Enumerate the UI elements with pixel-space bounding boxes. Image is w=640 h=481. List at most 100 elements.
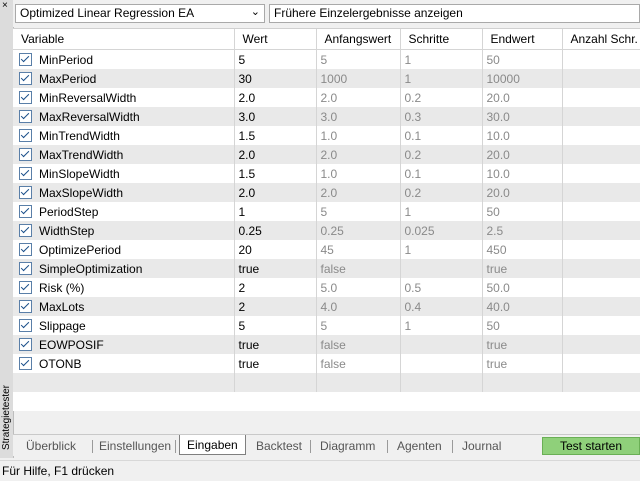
- value-cell[interactable]: 1.5: [234, 164, 317, 183]
- checkbox-icon[interactable]: [19, 261, 32, 275]
- table-row[interactable]: SimpleOptimization true false true: [13, 259, 640, 278]
- value-cell[interactable]: 2: [234, 278, 317, 297]
- checkbox-icon[interactable]: [19, 356, 32, 370]
- end-cell[interactable]: true: [482, 335, 563, 354]
- step-cell[interactable]: 0.2: [400, 145, 483, 164]
- variable-cell[interactable]: MinReversalWidth: [13, 88, 235, 107]
- value-cell[interactable]: 30: [234, 69, 317, 88]
- value-cell[interactable]: 3.0: [234, 107, 317, 126]
- end-cell[interactable]: 20.0: [482, 88, 563, 107]
- checkbox-icon[interactable]: [19, 204, 32, 218]
- table-row[interactable]: WidthStep 0.25 0.25 0.025 2.5: [13, 221, 640, 240]
- start-cell[interactable]: 1.0: [316, 164, 401, 183]
- value-cell[interactable]: 1: [234, 202, 317, 221]
- value-cell[interactable]: true: [234, 259, 317, 278]
- end-cell[interactable]: 20.0: [482, 183, 563, 202]
- variable-cell[interactable]: OptimizePeriod: [13, 240, 235, 259]
- variable-cell[interactable]: OTONB: [13, 354, 235, 373]
- variable-cell[interactable]: EOWPOSIF: [13, 335, 235, 354]
- start-cell[interactable]: 4.0: [316, 297, 401, 316]
- value-cell[interactable]: true: [234, 335, 317, 354]
- value-cell[interactable]: 2.0: [234, 88, 317, 107]
- checkbox-icon[interactable]: [19, 109, 32, 123]
- tab-diagramm[interactable]: Diagramm: [320, 437, 375, 455]
- checkbox-icon[interactable]: [19, 128, 32, 142]
- end-cell[interactable]: true: [482, 259, 563, 278]
- table-row[interactable]: MaxLots 2 4.0 0.4 40.0: [13, 297, 640, 316]
- step-cell[interactable]: 0.2: [400, 183, 483, 202]
- variable-cell[interactable]: MinSlopeWidth: [13, 164, 235, 183]
- table-row[interactable]: OptimizePeriod 20 45 1 450: [13, 240, 640, 259]
- table-row[interactable]: Slippage 5 5 1 50: [13, 316, 640, 335]
- table-row[interactable]: MaxPeriod 30 1000 1 10000: [13, 69, 640, 88]
- start-cell[interactable]: 2.0: [316, 88, 401, 107]
- value-cell[interactable]: 5: [234, 316, 317, 335]
- end-cell[interactable]: 30.0: [482, 107, 563, 126]
- tab-backtest[interactable]: Backtest: [256, 437, 302, 455]
- value-cell[interactable]: 2: [234, 297, 317, 316]
- start-cell[interactable]: 1.0: [316, 126, 401, 145]
- end-cell[interactable]: 450: [482, 240, 563, 259]
- step-cell[interactable]: 1: [400, 69, 483, 88]
- col-header-endwert[interactable]: Endwert: [482, 29, 563, 50]
- start-cell[interactable]: false: [316, 354, 401, 373]
- table-row[interactable]: MaxTrendWidth 2.0 2.0 0.2 20.0: [13, 145, 640, 164]
- start-cell[interactable]: 1000: [316, 69, 401, 88]
- end-cell[interactable]: true: [482, 354, 563, 373]
- variable-cell[interactable]: Risk (%): [13, 278, 235, 297]
- table-row[interactable]: Risk (%) 2 5.0 0.5 50.0: [13, 278, 640, 297]
- value-cell[interactable]: 0.25: [234, 221, 317, 240]
- end-cell[interactable]: 10000: [482, 69, 563, 88]
- col-header-variable[interactable]: Variable: [13, 29, 235, 50]
- expert-select[interactable]: Optimized Linear Regression EA ⌄: [15, 4, 265, 23]
- table-row[interactable]: MinSlopeWidth 1.5 1.0 0.1 10.0: [13, 164, 640, 183]
- checkbox-icon[interactable]: [19, 318, 32, 332]
- value-cell[interactable]: 2.0: [234, 183, 317, 202]
- checkbox-icon[interactable]: [19, 185, 32, 199]
- variable-cell[interactable]: MaxSlopeWidth: [13, 183, 235, 202]
- end-cell[interactable]: 2.5: [482, 221, 563, 240]
- end-cell[interactable]: 10.0: [482, 164, 563, 183]
- step-cell[interactable]: [400, 335, 483, 354]
- value-cell[interactable]: 5: [234, 49, 317, 69]
- tab-agenten[interactable]: Agenten: [397, 437, 442, 455]
- start-cell[interactable]: 2.0: [316, 183, 401, 202]
- table-row[interactable]: MinPeriod 5 5 1 50: [13, 49, 640, 69]
- value-cell[interactable]: 1.5: [234, 126, 317, 145]
- checkbox-icon[interactable]: [19, 52, 32, 66]
- variable-cell[interactable]: WidthStep: [13, 221, 235, 240]
- variable-cell[interactable]: SimpleOptimization: [13, 259, 235, 278]
- end-cell[interactable]: 20.0: [482, 145, 563, 164]
- checkbox-icon[interactable]: [19, 242, 32, 256]
- checkbox-icon[interactable]: [19, 90, 32, 104]
- variable-cell[interactable]: MaxPeriod: [13, 69, 235, 88]
- step-cell[interactable]: 1: [400, 316, 483, 335]
- checkbox-icon[interactable]: [19, 280, 32, 294]
- step-cell[interactable]: 0.1: [400, 164, 483, 183]
- start-cell[interactable]: 5: [316, 316, 401, 335]
- start-cell[interactable]: 0.25: [316, 221, 401, 240]
- start-cell[interactable]: 5: [316, 202, 401, 221]
- variable-cell[interactable]: PeriodStep: [13, 202, 235, 221]
- step-cell[interactable]: [400, 354, 483, 373]
- table-row[interactable]: MinTrendWidth 1.5 1.0 0.1 10.0: [13, 126, 640, 145]
- checkbox-icon[interactable]: [19, 71, 32, 85]
- table-row[interactable]: PeriodStep 1 5 1 50: [13, 202, 640, 221]
- table-row[interactable]: OTONB true false true: [13, 354, 640, 373]
- table-row[interactable]: MaxReversalWidth 3.0 3.0 0.3 30.0: [13, 107, 640, 126]
- step-cell[interactable]: 0.3: [400, 107, 483, 126]
- variable-cell[interactable]: MaxLots: [13, 297, 235, 316]
- chevron-down-icon[interactable]: ⌄: [251, 5, 260, 20]
- value-cell[interactable]: 2.0: [234, 145, 317, 164]
- table-row[interactable]: MinReversalWidth 2.0 2.0 0.2 20.0: [13, 88, 640, 107]
- end-cell[interactable]: 50: [482, 202, 563, 221]
- step-cell[interactable]: 0.4: [400, 297, 483, 316]
- end-cell[interactable]: 40.0: [482, 297, 563, 316]
- tab-einstellungen[interactable]: Einstellungen: [99, 437, 171, 455]
- checkbox-icon[interactable]: [19, 166, 32, 180]
- col-header-anfangswert[interactable]: Anfangswert: [316, 29, 401, 50]
- variable-cell[interactable]: Slippage: [13, 316, 235, 335]
- start-cell[interactable]: 2.0: [316, 145, 401, 164]
- step-cell[interactable]: [400, 259, 483, 278]
- step-cell[interactable]: 0.1: [400, 126, 483, 145]
